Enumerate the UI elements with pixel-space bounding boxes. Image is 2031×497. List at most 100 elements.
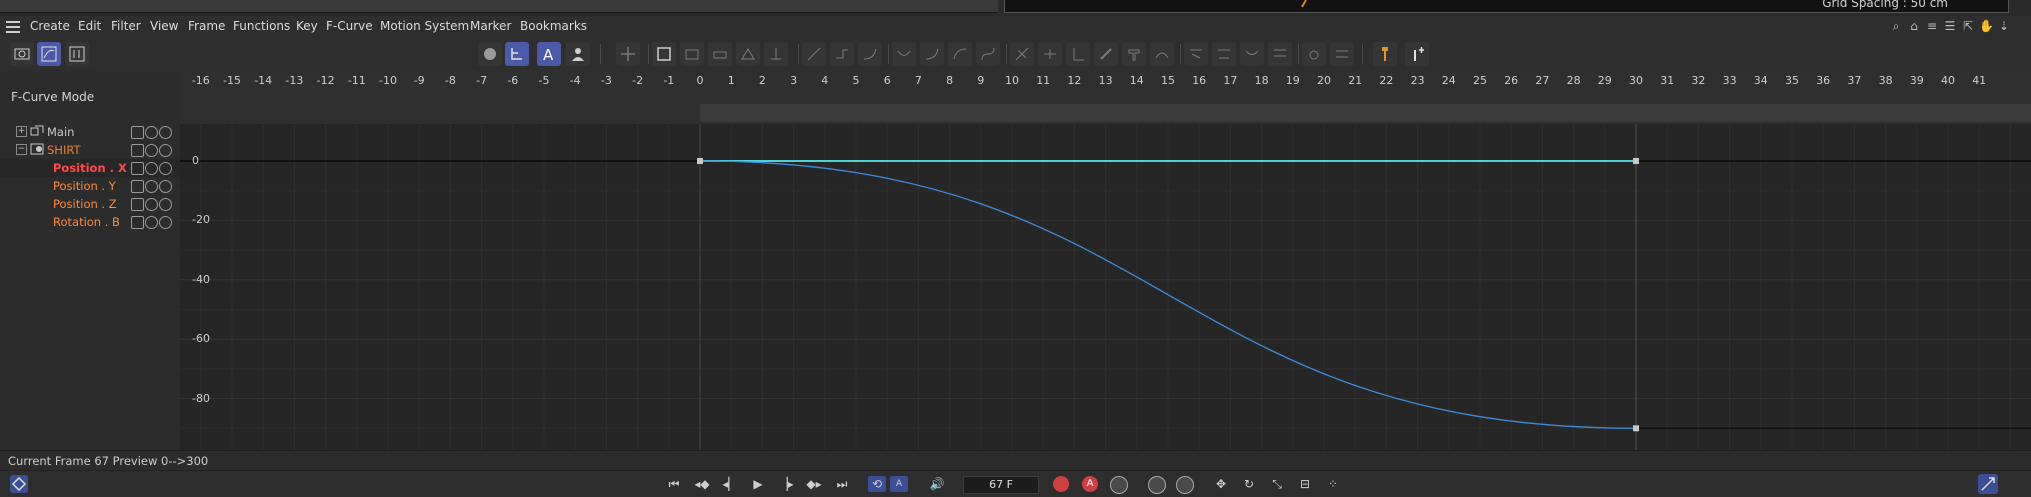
f-curve-canvas[interactable] [180, 124, 2031, 450]
key-summary-strip[interactable] [700, 104, 2031, 122]
auto-mode-icon[interactable]: A [537, 42, 561, 66]
tree-row-position-y[interactable]: Position . Y [0, 177, 180, 195]
filter-icon[interactable]: ≡ [1925, 19, 1939, 33]
ripple-icon[interactable] [764, 42, 788, 66]
solo-icon[interactable] [159, 216, 172, 229]
menu-f-curve[interactable]: F-Curve [326, 19, 373, 33]
menu-motion-system[interactable]: Motion System [380, 19, 469, 33]
play-icon[interactable]: ▶ [749, 476, 767, 492]
edit-icon[interactable] [131, 216, 144, 229]
menu-view[interactable]: View [150, 19, 178, 33]
edit-icon[interactable] [131, 126, 144, 139]
menu-filter[interactable]: Filter [111, 19, 141, 33]
ease-inout-icon[interactable] [976, 42, 1000, 66]
hierarchy-icon[interactable] [505, 42, 529, 66]
keyframe-settings-icon[interactable] [1110, 476, 1128, 494]
list-icon[interactable]: ☰ [1943, 19, 1957, 33]
edit-icon[interactable] [131, 198, 144, 211]
menu-bookmarks[interactable]: Bookmarks [520, 19, 587, 33]
next-frame-icon[interactable]: ▕▸ [777, 476, 795, 492]
menu-key[interactable]: Key [296, 19, 318, 33]
record-position-icon[interactable] [1148, 476, 1166, 494]
tree-row-rotation-b[interactable]: Rotation . B [0, 213, 180, 231]
auto-tangent-icon[interactable] [1268, 42, 1292, 66]
collapse-icon[interactable]: − [16, 144, 27, 155]
tree-row-position-z[interactable]: Position . Z [0, 195, 180, 213]
hammer-icon[interactable] [1122, 42, 1146, 66]
visibility-toggles[interactable] [131, 198, 173, 211]
eye-icon[interactable] [145, 144, 158, 157]
frame-all-icon[interactable] [652, 42, 676, 66]
scale-key-icon[interactable]: ⤡ [1268, 476, 1286, 492]
current-frame-field[interactable]: 67 F [963, 476, 1039, 494]
visibility-toggles[interactable] [131, 180, 173, 193]
go-to-start-icon[interactable]: ⏮ [665, 476, 683, 492]
spline-interp-icon[interactable] [858, 42, 882, 66]
visibility-toggles[interactable] [131, 126, 173, 139]
eye-icon[interactable] [145, 180, 158, 193]
marker-pin-icon[interactable] [1373, 42, 1397, 66]
break-tangent-icon[interactable] [1010, 42, 1034, 66]
visibility-toggles[interactable] [131, 216, 173, 229]
play-mode-icon[interactable]: A [890, 476, 908, 492]
edit-icon[interactable] [131, 144, 144, 157]
ease-icon[interactable] [892, 42, 916, 66]
f-curve-graph[interactable] [180, 124, 2031, 450]
move-keys-icon[interactable] [616, 42, 640, 66]
snap-icon[interactable] [736, 42, 760, 66]
tree-row-main[interactable]: + Main [0, 123, 180, 141]
record-rotation-icon[interactable] [1176, 476, 1194, 494]
frame-selected-icon[interactable] [680, 42, 704, 66]
f-curve-mode-icon[interactable] [37, 42, 61, 66]
point-level-icon[interactable]: ⁘ [1324, 476, 1342, 492]
lock-tangent-icon[interactable] [1094, 42, 1118, 66]
menu-edit[interactable]: Edit [78, 19, 101, 33]
key-reduce-icon[interactable] [1302, 42, 1326, 66]
external-link-icon[interactable]: ⇱ [1961, 19, 1975, 33]
step-interp-icon[interactable] [830, 42, 854, 66]
solo-icon[interactable] [159, 144, 172, 157]
eye-icon[interactable] [145, 162, 158, 175]
home-icon[interactable]: ⌂ [1907, 19, 1921, 33]
tree-row-shirt[interactable]: − SHIRT [0, 141, 180, 159]
menu-create[interactable]: Create [30, 19, 70, 33]
search-icon[interactable]: ⌕ [1889, 19, 1903, 33]
visibility-toggles[interactable] [131, 144, 173, 157]
hamburger-menu-icon[interactable] [6, 21, 20, 33]
solo-icon[interactable] [159, 162, 172, 175]
loop-icon[interactable]: ⟲ [868, 476, 886, 492]
user-icon[interactable] [566, 42, 590, 66]
next-key-icon[interactable]: ◆▸ [805, 476, 823, 492]
eye-icon[interactable] [145, 216, 158, 229]
rotate-key-icon[interactable]: ↻ [1240, 476, 1258, 492]
pin-icon[interactable]: ⇣ [1997, 19, 2011, 33]
ease-out-icon[interactable] [948, 42, 972, 66]
ease-in-icon[interactable] [920, 42, 944, 66]
solo-icon[interactable] [159, 198, 172, 211]
zero-length-icon[interactable] [1066, 42, 1090, 66]
move-key-icon[interactable]: ✥ [1212, 476, 1230, 492]
menu-functions[interactable]: Functions [233, 19, 290, 33]
clamp-icon[interactable] [1184, 42, 1208, 66]
record-icon[interactable] [1053, 476, 1069, 492]
key-diamond-icon[interactable] [10, 475, 28, 493]
add-marker-icon[interactable] [1405, 42, 1429, 66]
solo-icon[interactable] [159, 126, 172, 139]
visibility-toggles[interactable] [131, 162, 173, 175]
solo-icon[interactable] [159, 180, 172, 193]
sphere-icon[interactable] [478, 42, 502, 66]
menu-frame[interactable]: Frame [188, 19, 225, 33]
tree-row-position-x[interactable]: Position . X [0, 159, 180, 177]
motion-mode-icon[interactable] [65, 42, 89, 66]
dope-sheet-mode-icon[interactable] [10, 42, 34, 66]
audio-icon[interactable]: 🔊 [928, 476, 946, 492]
zero-angle-icon[interactable] [1038, 42, 1062, 66]
menu-marker[interactable]: Marker [470, 19, 511, 33]
key-bake-icon[interactable] [1330, 42, 1354, 66]
weighted-icon[interactable] [1240, 42, 1264, 66]
previous-frame-icon[interactable]: ◂▏ [721, 476, 739, 492]
eye-icon[interactable] [145, 198, 158, 211]
linear-interp-icon[interactable] [802, 42, 826, 66]
expand-icon[interactable]: + [16, 126, 27, 137]
tool-icon[interactable] [708, 42, 732, 66]
